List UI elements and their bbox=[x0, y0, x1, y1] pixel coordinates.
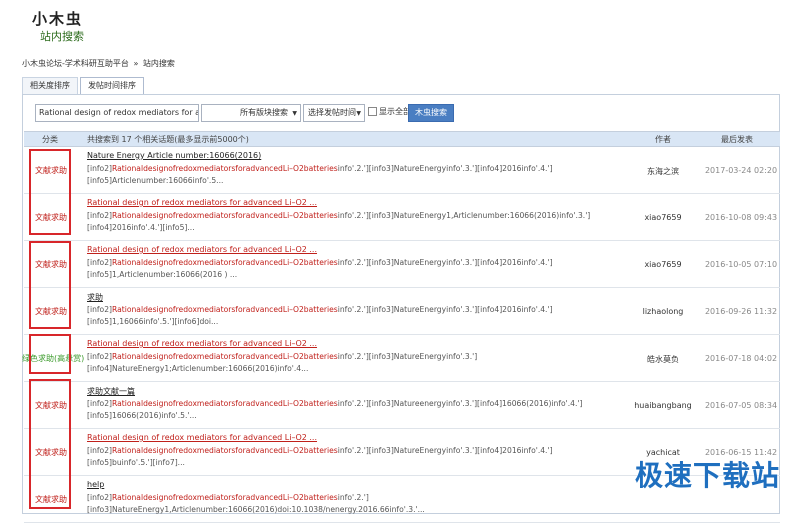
category-link[interactable]: 文献求助 bbox=[30, 479, 72, 521]
table-header: 分类 共搜索到 17 个相关话题(最多显示前5000个) 作者 最后发表 bbox=[24, 131, 780, 147]
author-link[interactable]: huaibangbang bbox=[624, 401, 702, 410]
excerpt-highlight: Rationaldesignofredoxmediatorsforadvance… bbox=[112, 446, 338, 455]
topic-title-link[interactable]: Rational design of redox mediators for a… bbox=[87, 245, 627, 254]
time-select-value: 选择发帖时间 bbox=[308, 108, 356, 117]
topic-title-link[interactable]: help bbox=[87, 480, 627, 489]
excerpt-prefix: [info2] bbox=[87, 446, 112, 455]
keyword-input[interactable]: Rational design of redox mediators for a… bbox=[35, 104, 199, 122]
show-all-label: 显示全部 bbox=[379, 107, 411, 116]
excerpt-highlight: Rationaldesignofredoxmediatorsforadvance… bbox=[112, 352, 338, 361]
header-category: 分类 bbox=[42, 135, 58, 144]
author-link[interactable]: lizhaolong bbox=[624, 307, 702, 316]
header-summary: 共搜索到 17 个相关话题(最多显示前5000个) bbox=[87, 135, 249, 144]
chevron-down-icon: ▼ bbox=[356, 110, 361, 117]
topic-title-link[interactable]: Rational design of redox mediators for a… bbox=[87, 198, 627, 207]
breadcrumb-separator: » bbox=[133, 59, 139, 68]
excerpt-highlight: Rationaldesignofredoxmediatorsforadvance… bbox=[112, 258, 338, 267]
post-date: 2016-07-18 04:02 bbox=[704, 354, 778, 363]
breadcrumb-site-link[interactable]: 小木虫论坛-学术科研互助平台 bbox=[22, 59, 129, 68]
excerpt-prefix: [info2] bbox=[87, 164, 112, 173]
breadcrumb: 小木虫论坛-学术科研互助平台 » 站内搜索 bbox=[22, 58, 175, 69]
table-row: 文献求助 求助文献一篇 [info2]Rationaldesignofredox… bbox=[24, 382, 780, 429]
topic-excerpt: [info2]Rationaldesignofredoxmediatorsfor… bbox=[87, 351, 617, 375]
time-select[interactable]: 选择发帖时间 ▼ bbox=[303, 104, 365, 122]
category-link[interactable]: 文献求助 bbox=[30, 432, 72, 474]
topic-excerpt: [info2]Rationaldesignofredoxmediatorsfor… bbox=[87, 257, 617, 281]
category-link[interactable]: 文献求助 bbox=[30, 244, 72, 286]
sort-tabs: 相关度排序 发帖时间排序 bbox=[22, 77, 146, 95]
breadcrumb-current: 站内搜索 bbox=[142, 59, 175, 68]
topic-excerpt: [info2]Rationaldesignofredoxmediatorsfor… bbox=[87, 398, 617, 422]
watermark-logo: 极速下载站 bbox=[634, 459, 780, 492]
post-date: 2016-10-05 07:10 bbox=[704, 260, 778, 269]
excerpt-prefix: [info2] bbox=[87, 211, 112, 220]
excerpt-prefix: [info2] bbox=[87, 352, 112, 361]
tab-relevance[interactable]: 相关度排序 bbox=[22, 77, 78, 94]
section-select[interactable]: 所有版块搜索 ▼ bbox=[201, 104, 301, 122]
post-date: 2016-10-08 09:43 bbox=[704, 213, 778, 222]
chevron-down-icon: ▼ bbox=[292, 110, 297, 117]
excerpt-prefix: [info2] bbox=[87, 399, 112, 408]
author-link[interactable]: xiao7659 bbox=[624, 260, 702, 269]
category-link[interactable]: 文献求助 bbox=[30, 197, 72, 239]
excerpt-prefix: [info2] bbox=[87, 258, 112, 267]
topic-excerpt: [info2]Rationaldesignofredoxmediatorsfor… bbox=[87, 492, 617, 516]
excerpt-highlight: Rationaldesignofredoxmediatorsforadvance… bbox=[112, 164, 338, 173]
header-last-post: 最后发表 bbox=[721, 135, 753, 144]
post-date: 2017-03-24 02:20 bbox=[704, 166, 778, 175]
excerpt-prefix: [info2] bbox=[87, 493, 112, 502]
header-author: 作者 bbox=[655, 135, 671, 144]
topic-title-link[interactable]: 求助文献一篇 bbox=[87, 386, 627, 397]
post-date: 2016-09-26 11:32 bbox=[704, 307, 778, 316]
topic-excerpt: [info2]Rationaldesignofredoxmediatorsfor… bbox=[87, 304, 617, 328]
author-link[interactable]: 皓水莫负 bbox=[624, 354, 702, 365]
excerpt-highlight: Rationaldesignofredoxmediatorsforadvance… bbox=[112, 399, 338, 408]
author-link[interactable]: xiao7659 bbox=[624, 213, 702, 222]
tab-post-time[interactable]: 发帖时间排序 bbox=[80, 77, 144, 95]
category-link[interactable]: 文献求助 bbox=[30, 291, 72, 333]
topic-title-link[interactable]: Rational design of redox mediators for a… bbox=[87, 339, 627, 348]
section-select-value: 所有版块搜索 bbox=[240, 108, 288, 117]
topic-excerpt: [info2]Rationaldesignofredoxmediatorsfor… bbox=[87, 210, 617, 234]
table-row: 文献求助 Rational design of redox mediators … bbox=[24, 241, 780, 288]
category-link[interactable]: 绿色求助(高悬赏) bbox=[22, 338, 84, 380]
logo-title: 小木虫 bbox=[32, 10, 84, 28]
table-row: 绿色求助(高悬赏) Rational design of redox media… bbox=[22, 335, 780, 382]
topic-title-link[interactable]: Nature Energy Article number:16066(2016) bbox=[87, 151, 627, 160]
category-link[interactable]: 文献求助 bbox=[30, 385, 72, 427]
show-all-checkbox[interactable] bbox=[368, 107, 377, 116]
table-row: 文献求助 Nature Energy Article number:16066(… bbox=[24, 147, 780, 194]
results-panel: Rational design of redox mediators for a… bbox=[22, 94, 780, 523]
topic-excerpt: [info2]Rationaldesignofredoxmediatorsfor… bbox=[87, 445, 617, 469]
search-button[interactable]: 木虫搜索 bbox=[408, 104, 454, 122]
excerpt-highlight: Rationaldesignofredoxmediatorsforadvance… bbox=[112, 305, 338, 314]
table-row: 文献求助 求助 [info2]Rationaldesignofredoxmedi… bbox=[24, 288, 780, 335]
post-date: 2016-07-05 08:34 bbox=[704, 401, 778, 410]
category-link[interactable]: 文献求助 bbox=[30, 150, 72, 192]
table-row: 文献求助 Rational design of redox mediators … bbox=[24, 194, 780, 241]
logo-subtitle: 站内搜索 bbox=[40, 30, 84, 43]
topic-title-link[interactable]: 求助 bbox=[87, 292, 627, 303]
site-logo[interactable]: 小木虫 站内搜索 bbox=[30, 8, 110, 43]
topic-title-link[interactable]: Rational design of redox mediators for a… bbox=[87, 433, 627, 442]
excerpt-prefix: [info2] bbox=[87, 305, 112, 314]
excerpt-highlight: Rationaldesignofredoxmediatorsforadvance… bbox=[112, 493, 338, 502]
excerpt-highlight: Rationaldesignofredoxmediatorsforadvance… bbox=[112, 211, 338, 220]
topic-excerpt: [info2]Rationaldesignofredoxmediatorsfor… bbox=[87, 163, 617, 187]
author-link[interactable]: 东海之滨 bbox=[624, 166, 702, 177]
